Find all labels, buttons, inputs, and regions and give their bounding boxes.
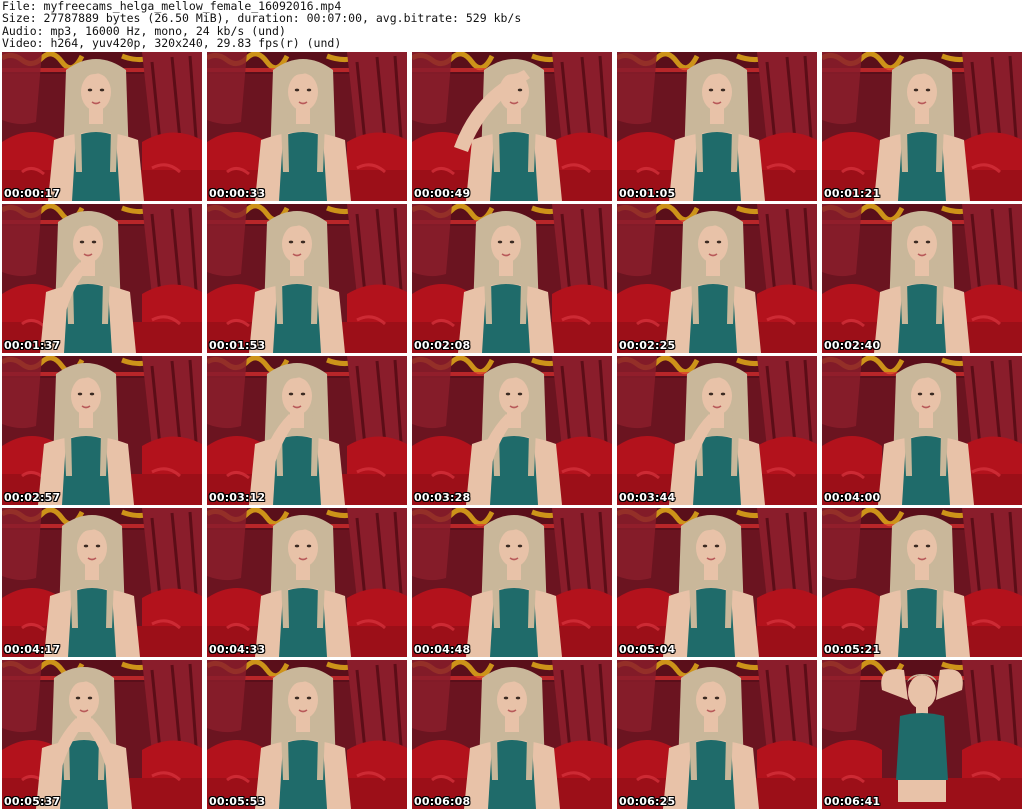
thumbnail-timestamp: 00:02:08	[414, 339, 471, 352]
video-thumbnail: 00:06:41	[822, 660, 1022, 809]
thumbnail-timestamp: 00:00:17	[4, 187, 61, 200]
frame-scene	[2, 204, 202, 353]
video-thumbnail: 00:03:28	[412, 356, 612, 505]
video-thumbnail: 00:06:08	[412, 660, 612, 809]
frame-scene	[617, 204, 817, 353]
thumbnail-grid: 00:00:17 00:00:33 00:00:49 00:01:05 00:0…	[2, 52, 1022, 809]
frame-scene	[207, 660, 407, 809]
frame-scene	[207, 356, 407, 505]
thumbnail-timestamp: 00:01:37	[4, 339, 61, 352]
frame-scene	[617, 660, 817, 809]
thumbnail-timestamp: 00:01:21	[824, 187, 881, 200]
frame-scene	[822, 52, 1022, 201]
video-thumbnail: 00:01:37	[2, 204, 202, 353]
thumbnail-timestamp: 00:06:08	[414, 795, 471, 808]
frame-scene	[412, 52, 612, 201]
video-thumbnail: 00:00:49	[412, 52, 612, 201]
frame-scene	[207, 52, 407, 201]
video-thumbnail: 00:05:21	[822, 508, 1022, 657]
video-thumbnail: 00:05:04	[617, 508, 817, 657]
thumbnail-timestamp: 00:03:44	[619, 491, 676, 504]
video-thumbnail: 00:05:53	[207, 660, 407, 809]
frame-scene	[2, 508, 202, 657]
frame-scene	[2, 52, 202, 201]
video-thumbnail: 00:06:25	[617, 660, 817, 809]
thumbnail-timestamp: 00:00:33	[209, 187, 266, 200]
file-info-header: File: myfreecams_helga_mellow_female_160…	[2, 0, 1022, 50]
video-thumbnail: 00:02:40	[822, 204, 1022, 353]
thumbnail-timestamp: 00:02:57	[4, 491, 61, 504]
frame-scene	[207, 508, 407, 657]
thumbnail-timestamp: 00:03:28	[414, 491, 471, 504]
video-thumbnail: 00:00:33	[207, 52, 407, 201]
thumbnail-timestamp: 00:05:37	[4, 795, 61, 808]
video-thumbnail: 00:02:08	[412, 204, 612, 353]
thumbnail-timestamp: 00:02:25	[619, 339, 676, 352]
thumbnail-timestamp: 00:00:49	[414, 187, 471, 200]
video-thumbnail: 00:04:17	[2, 508, 202, 657]
frame-scene	[822, 508, 1022, 657]
video-thumbnail: 00:03:12	[207, 356, 407, 505]
video-thumbnail: 00:04:48	[412, 508, 612, 657]
video-thumbnail: 00:04:00	[822, 356, 1022, 505]
frame-scene	[2, 356, 202, 505]
thumbnail-timestamp: 00:06:25	[619, 795, 676, 808]
size-info-line: Size: 27787889 bytes (26.50 MiB), durati…	[2, 11, 522, 26]
frame-scene	[617, 508, 817, 657]
frame-scene	[412, 660, 612, 809]
frame-scene	[617, 356, 817, 505]
thumbnail-timestamp: 00:01:05	[619, 187, 676, 200]
video-thumbnail: 00:05:37	[2, 660, 202, 809]
thumbnail-timestamp: 00:02:40	[824, 339, 881, 352]
frame-scene	[822, 660, 1022, 809]
thumbnail-timestamp: 00:01:53	[209, 339, 266, 352]
thumbnail-timestamp: 00:05:21	[824, 643, 881, 656]
video-thumbnail: 00:01:21	[822, 52, 1022, 201]
video-thumbnail: 00:01:05	[617, 52, 817, 201]
thumbnail-timestamp: 00:05:53	[209, 795, 266, 808]
frame-scene	[412, 508, 612, 657]
video-thumbnail: 00:03:44	[617, 356, 817, 505]
thumbnail-timestamp: 00:04:33	[209, 643, 266, 656]
frame-scene	[822, 356, 1022, 505]
thumbnail-timestamp: 00:04:17	[4, 643, 61, 656]
frame-scene	[412, 204, 612, 353]
thumbnail-timestamp: 00:04:48	[414, 643, 471, 656]
video-thumbnail: 00:01:53	[207, 204, 407, 353]
thumbnail-timestamp: 00:06:41	[824, 795, 881, 808]
video-info-line: Video: h264, yuv420p, 320x240, 29.83 fps…	[2, 35, 342, 50]
video-thumbnail: 00:00:17	[2, 52, 202, 201]
frame-scene	[2, 660, 202, 809]
video-thumbnail: 00:02:25	[617, 204, 817, 353]
frame-scene	[412, 356, 612, 505]
video-thumbnail: 00:04:33	[207, 508, 407, 657]
frame-scene	[822, 204, 1022, 353]
video-thumbnail: 00:02:57	[2, 356, 202, 505]
thumbnail-timestamp: 00:05:04	[619, 643, 676, 656]
frame-scene	[207, 204, 407, 353]
thumbnail-timestamp: 00:03:12	[209, 491, 266, 504]
frame-scene	[617, 52, 817, 201]
thumbnail-timestamp: 00:04:00	[824, 491, 881, 504]
